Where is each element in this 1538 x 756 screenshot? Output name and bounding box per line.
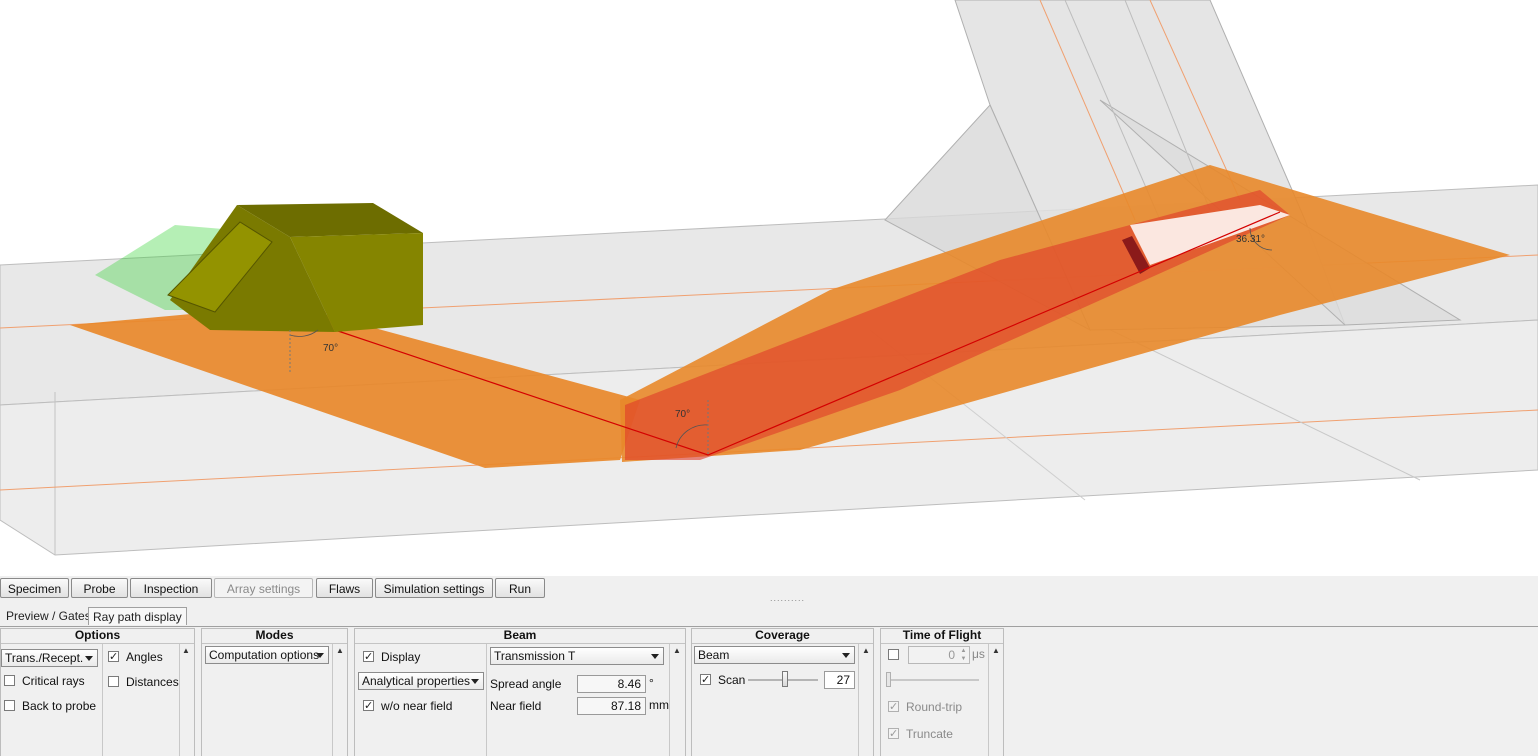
3d-viewport[interactable]: 70° 70° 36.31° [0,0,1538,576]
angles-label: Angles [126,650,163,664]
back-to-probe-label: Back to probe [22,699,97,713]
time-of-flight-title: Time of Flight [881,629,1003,644]
scrollbar-track[interactable] [669,644,670,756]
wo-near-field-label: w/o near field [381,699,453,713]
checkbox-box [888,726,899,742]
checkbox-box [363,698,374,714]
coverage-group: Coverage Beam Scan 27 ▲ [691,628,874,756]
computation-options-value: Computation options [209,648,320,662]
tof-enable-checkbox[interactable] [888,647,902,663]
coverage-title: Coverage [692,629,873,644]
truncate-label: Truncate [906,727,953,741]
modes-title: Modes [202,629,347,644]
beam-group: Beam Display Analytical properties w/o n… [354,628,686,756]
chevron-down-icon [316,653,324,658]
transmission-value: Transmission T [494,649,576,663]
near-field-label: Near field [490,699,542,713]
main-tab-bar: Specimen Probe Inspection Array settings… [0,576,1538,600]
checkbox-box [4,700,15,711]
sub-tab-bar: Preview / Gates Ray path display [0,604,1538,627]
scroll-up-icon[interactable]: ▲ [673,647,681,655]
trans-recept-value: Trans./Recept. [5,651,84,665]
display-label: Display [381,650,421,664]
scene-drawing [0,0,1538,556]
scan-value-field[interactable]: 27 [824,671,855,689]
computation-options-select[interactable]: Computation options [205,646,329,664]
tof-slider-track[interactable] [889,679,979,681]
tof-spinner[interactable]: ▲ ▼ [958,647,969,663]
tab-simulation-settings[interactable]: Simulation settings [375,578,493,598]
beam-title: Beam [355,629,685,644]
scrollbar-track[interactable] [332,644,333,756]
angle-label-bottom: 70° [675,409,691,420]
round-trip-label: Round-trip [906,700,963,714]
spread-angle-unit: ° [649,676,654,690]
time-of-flight-group: Time of Flight 0 ▲▼ μs Round-trip Trunca… [880,628,1004,756]
scrollbar-track[interactable] [988,644,989,756]
scroll-up-icon[interactable]: ▲ [182,647,190,655]
distances-label: Distances [126,675,179,689]
transmission-select[interactable]: Transmission T [490,647,664,665]
divider [102,644,103,756]
options-title: Options [1,629,194,644]
spread-angle-label: Spread angle [490,677,562,691]
near-field-field[interactable]: 87.18 [577,697,646,715]
scan-label: Scan [718,673,746,687]
coverage-beam-select[interactable]: Beam [694,646,855,664]
angle-label-flaw: 36.31° [1236,234,1266,245]
chevron-down-icon [842,653,850,658]
options-group: Options Trans./Recept. Critical rays Bac… [0,628,195,756]
critical-rays-label: Critical rays [22,674,85,688]
near-field-unit: mm [649,698,669,712]
tab-flaws[interactable]: Flaws [316,578,373,598]
checkbox-box [888,699,899,715]
tab-specimen[interactable]: Specimen [0,578,69,598]
spread-angle-field[interactable]: 8.46 [577,675,646,693]
scroll-up-icon[interactable]: ▲ [336,647,344,655]
tab-inspection[interactable]: Inspection [130,578,212,598]
analytical-properties-value: Analytical properties [362,674,471,688]
checkbox-box [4,675,15,686]
scroll-up-icon[interactable]: ▲ [992,647,1000,655]
angle-label-incident: 70° [323,343,339,354]
checkbox-box [108,649,119,665]
chevron-down-icon [651,654,659,659]
checkbox-box [888,649,899,660]
splitter-grip[interactable]: .......... [770,594,805,603]
scroll-up-icon[interactable]: ▲ [862,647,870,655]
subtab-ray-path-display[interactable]: Ray path display [88,607,187,625]
coverage-beam-value: Beam [698,648,730,662]
tab-run[interactable]: Run [495,578,545,598]
checkbox-box [700,672,711,688]
chevron-down-icon [471,679,479,684]
chevron-down-icon [85,656,93,661]
trans-recept-select[interactable]: Trans./Recept. [1,649,98,667]
modes-group: Modes Computation options ▲ [201,628,348,756]
tof-unit: μs [972,647,985,661]
divider [486,644,487,756]
checkbox-box [363,649,374,665]
scan-slider-handle[interactable] [782,671,788,687]
tof-slider-handle[interactable] [886,672,891,687]
tab-probe[interactable]: Probe [71,578,128,598]
subtab-preview-gates[interactable]: Preview / Gates [2,607,95,625]
analytical-properties-select[interactable]: Analytical properties [358,672,484,690]
checkbox-box [108,676,119,687]
scrollbar-track[interactable] [858,644,859,756]
tab-array-settings: Array settings [214,578,313,598]
scrollbar-track[interactable] [179,644,180,756]
